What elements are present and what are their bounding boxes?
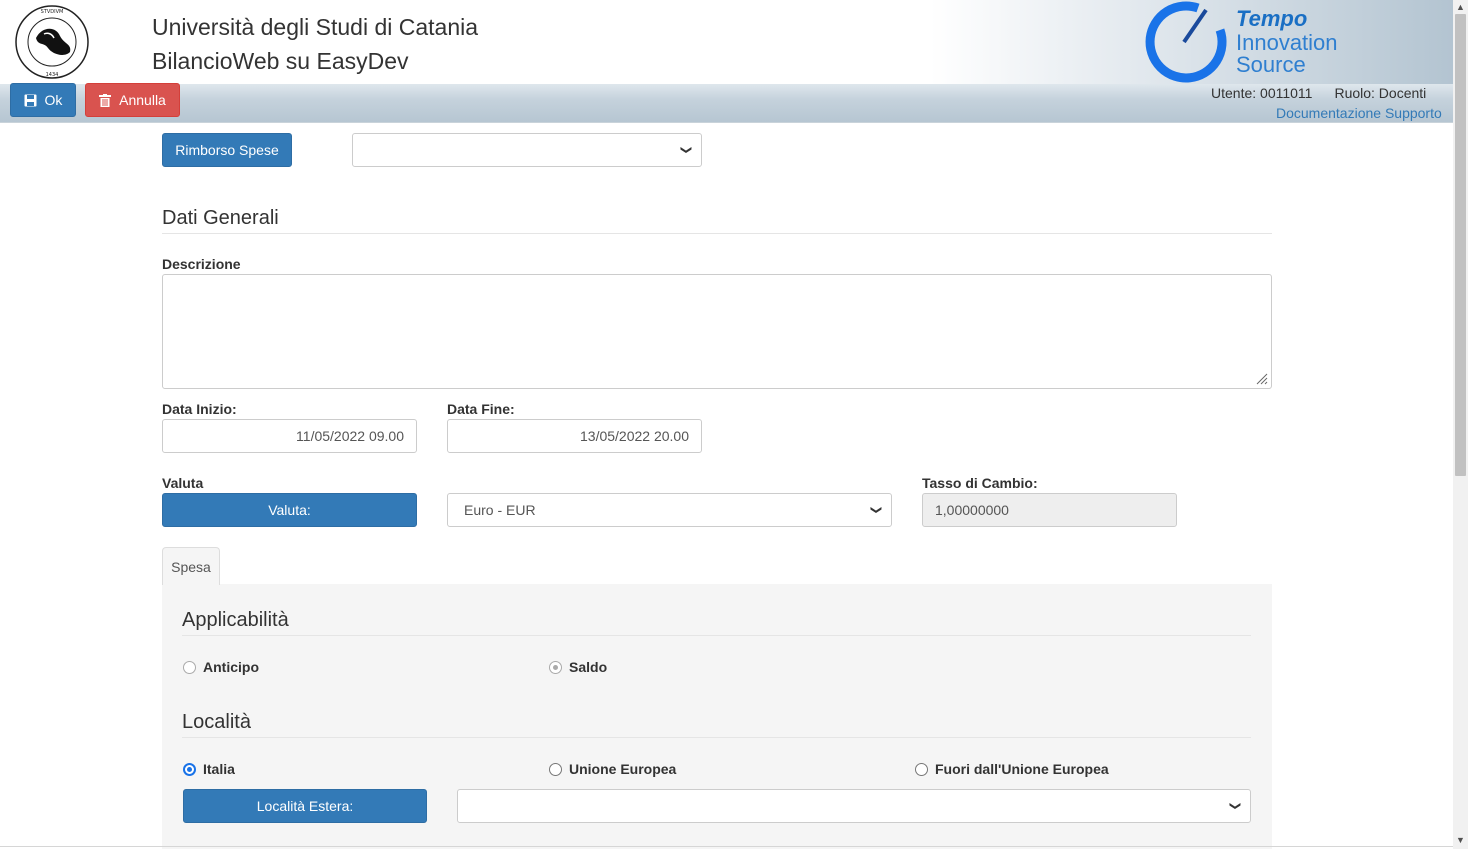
svg-text:STVDIVM: STVDIVM: [41, 9, 64, 15]
valuta-button[interactable]: Valuta:: [162, 493, 417, 527]
tempo-brand-logo: Tempo Innovation Source: [1140, 0, 1453, 84]
chevron-down-icon: ❯: [869, 505, 882, 515]
scrollbar-thumb[interactable]: [1455, 14, 1466, 476]
scroll-down-arrow-icon[interactable]: ▼: [1453, 833, 1468, 847]
annulla-button-label: Annulla: [119, 92, 166, 108]
user-role: Ruolo: Docenti: [1334, 85, 1427, 101]
localita-estera-select[interactable]: ❯: [457, 789, 1251, 823]
radio-unione-europea-label: Unione Europea: [569, 761, 677, 777]
localita-estera-button[interactable]: Località Estera:: [183, 789, 427, 823]
section-applicabilita: Applicabilità: [182, 609, 289, 631]
data-fine-label: Data Fine:: [447, 401, 515, 417]
radio-italia-label: Italia: [203, 761, 235, 777]
descrizione-label: Descrizione: [162, 256, 241, 272]
divider: [182, 737, 1251, 738]
radio-unione-europea[interactable]: Unione Europea: [549, 761, 676, 777]
tasso-cambio-input: 1,00000000: [922, 493, 1177, 527]
documentation-support-link[interactable]: Documentazione Supporto: [1276, 105, 1442, 121]
title-application: BilancioWeb su EasyDev: [152, 48, 409, 74]
floppy-disk-icon: [24, 94, 37, 106]
brand-source: Source: [1236, 52, 1306, 77]
data-inizio-label: Data Inizio:: [162, 401, 237, 417]
annulla-button[interactable]: Annulla: [85, 83, 180, 117]
data-inizio-input[interactable]: 11/05/2022 09.00: [162, 419, 417, 453]
resize-handle-icon[interactable]: [1254, 371, 1268, 385]
chevron-down-icon: ❯: [1228, 801, 1241, 811]
descrizione-textarea[interactable]: [162, 274, 1272, 389]
user-info: Utente: 0011011 Ruolo: Docenti: [1211, 85, 1426, 101]
ok-button[interactable]: Ok: [10, 83, 76, 117]
svg-text:1434: 1434: [46, 72, 59, 78]
divider: [182, 635, 1251, 636]
university-seal-logo: STVDIVM 1434: [15, 5, 89, 79]
radio-anticipo-label: Anticipo: [203, 659, 259, 675]
tempo-gauge-icon: [1145, 1, 1227, 83]
radio-button-checked-icon: [549, 660, 562, 674]
title-university: Università degli Studi di Catania: [152, 14, 479, 40]
radio-anticipo[interactable]: Anticipo: [183, 659, 259, 675]
user-id: Utente: 0011011: [1211, 85, 1313, 101]
brand-tempo: Tempo: [1236, 6, 1308, 31]
rimborso-select[interactable]: ❯: [352, 133, 702, 167]
tab-spesa[interactable]: Spesa: [162, 547, 220, 585]
section-dati-generali: Dati Generali: [162, 207, 279, 229]
scroll-up-arrow-icon[interactable]: ▲: [1453, 0, 1468, 14]
trash-icon: [99, 93, 112, 107]
tasso-cambio-label: Tasso di Cambio:: [922, 475, 1038, 491]
radio-fuori-ue[interactable]: Fuori dall'Unione Europea: [915, 761, 1109, 777]
radio-button-icon: [549, 762, 562, 776]
radio-saldo-label: Saldo: [569, 659, 608, 675]
valuta-select[interactable]: Euro - EUR ❯: [447, 493, 892, 527]
chevron-down-icon: ❯: [679, 145, 692, 155]
divider: [162, 233, 1272, 234]
rimborso-spese-button[interactable]: Rimborso Spese: [162, 133, 292, 167]
page-title: Università degli Studi di Catania Bilanc…: [152, 10, 478, 78]
radio-fuori-ue-label: Fuori dall'Unione Europea: [935, 761, 1109, 777]
data-fine-input[interactable]: 13/05/2022 20.00: [447, 419, 702, 453]
section-localita: Località: [182, 711, 251, 733]
radio-button-checked-icon: [183, 762, 196, 776]
window-bottom-border: [0, 846, 1453, 847]
app-header: STVDIVM 1434 Università degli Studi di C…: [0, 0, 1453, 123]
radio-italia[interactable]: Italia: [183, 761, 235, 777]
valuta-label: Valuta: [162, 475, 204, 491]
radio-button-icon: [183, 660, 196, 674]
radio-saldo[interactable]: Saldo: [549, 659, 607, 675]
radio-button-icon: [915, 762, 928, 776]
ok-button-label: Ok: [44, 92, 63, 108]
valuta-select-value: Euro - EUR: [464, 502, 536, 518]
